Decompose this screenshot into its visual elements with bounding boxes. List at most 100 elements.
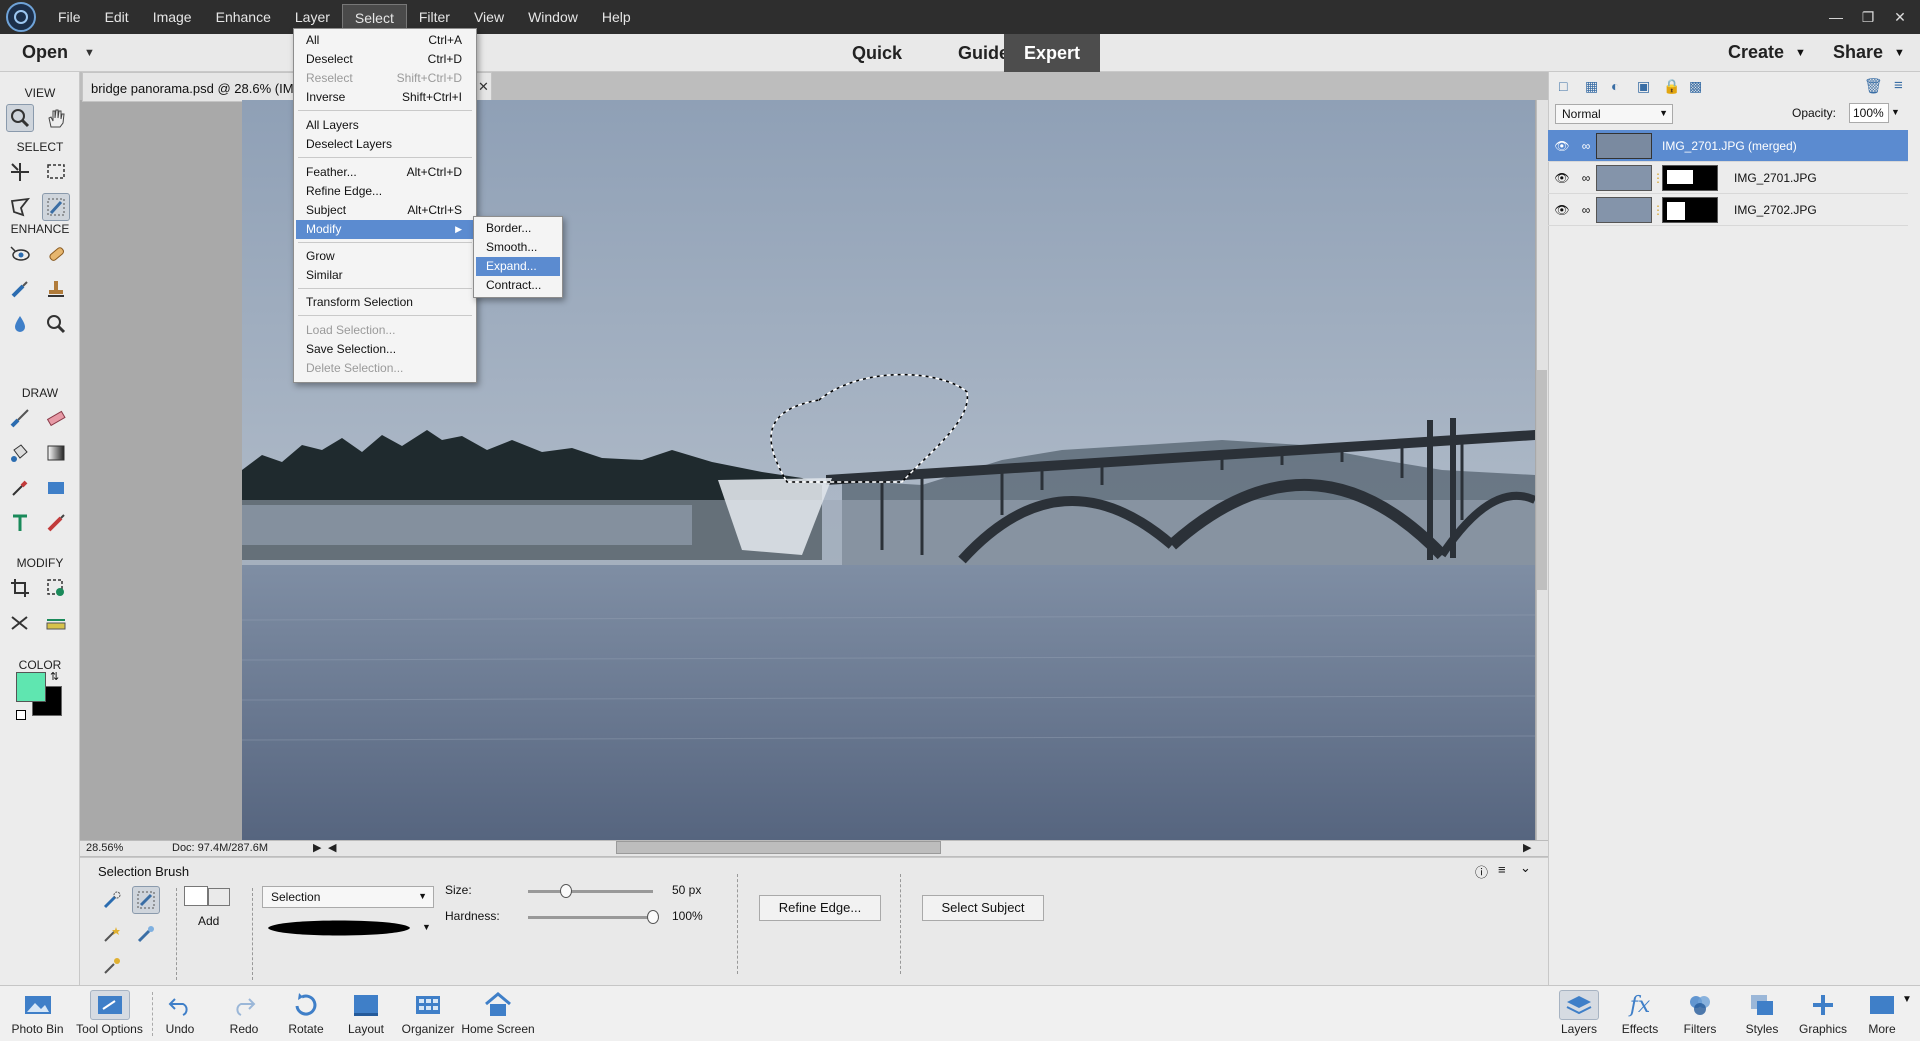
scroll-right-icon[interactable]: ▶: [1523, 841, 1531, 854]
type-tool-icon[interactable]: [6, 509, 34, 537]
styles-button[interactable]: Styles: [1740, 990, 1784, 1036]
menu-item-subject[interactable]: Subject Alt+Ctrl+S: [296, 201, 474, 220]
spot-healing-tool-icon[interactable]: [42, 240, 70, 268]
hardness-slider-thumb[interactable]: [647, 910, 659, 924]
menu-item-save-selection[interactable]: Save Selection...: [296, 340, 474, 359]
link-icon[interactable]: ∞: [1576, 171, 1596, 185]
menu-item-refine-edge[interactable]: Refine Edge...: [296, 182, 474, 201]
panel-menu-icon[interactable]: ≡: [1498, 862, 1506, 877]
visibility-eye-icon[interactable]: 👁: [1548, 171, 1576, 185]
layout-button[interactable]: Layout: [344, 990, 388, 1036]
menu-image[interactable]: Image: [141, 4, 204, 30]
selection-brush-tool-icon[interactable]: [42, 193, 70, 221]
graphics-button[interactable]: Graphics: [1798, 990, 1848, 1036]
more-button[interactable]: More: [1862, 990, 1902, 1036]
panel-menu-icon[interactable]: ≡: [1894, 77, 1903, 94]
chevron-down-icon[interactable]: ▼: [1894, 47, 1905, 59]
help-icon[interactable]: ⓘ: [1475, 862, 1488, 881]
collapse-icon[interactable]: ⌄: [1520, 860, 1531, 876]
layer-row[interactable]: 👁 ∞ ⋮ IMG_2701.JPG: [1548, 162, 1908, 194]
menu-layer[interactable]: Layer: [283, 4, 342, 30]
zoom-tool-icon[interactable]: [6, 104, 34, 132]
lock-all-icon[interactable]: ▩: [1689, 78, 1702, 95]
gradient-tool-icon[interactable]: [42, 439, 70, 467]
menu-edit[interactable]: Edit: [93, 4, 141, 30]
menu-filter[interactable]: Filter: [407, 4, 462, 30]
restore-icon[interactable]: ❐: [1860, 9, 1876, 25]
submenu-item-expand[interactable]: Expand...: [476, 257, 560, 276]
new-layer-icon[interactable]: □: [1559, 78, 1567, 94]
layers-panel-button[interactable]: Layers: [1558, 990, 1600, 1036]
chevron-down-icon[interactable]: ▼: [84, 47, 95, 59]
menu-help[interactable]: Help: [590, 4, 643, 30]
submenu-item-border[interactable]: Border...: [476, 219, 560, 238]
tab-expert[interactable]: Expert: [1004, 34, 1101, 72]
menu-item-modify[interactable]: Modify ▶: [296, 220, 474, 239]
chain-icon[interactable]: ⋮: [1652, 203, 1664, 217]
menu-item-inverse[interactable]: Inverse Shift+Ctrl+I: [296, 88, 474, 107]
menu-item-deselect-layers[interactable]: Deselect Layers: [296, 135, 474, 154]
content-aware-move-tool-icon[interactable]: [6, 609, 34, 637]
red-eye-tool-icon[interactable]: [6, 240, 34, 268]
layer-mask-icon[interactable]: ▣: [1637, 78, 1650, 95]
default-colors-icon[interactable]: [16, 710, 26, 720]
selection-mode-dropdown[interactable]: Selection ▼: [262, 886, 434, 908]
chain-icon[interactable]: ⋮: [1652, 171, 1664, 185]
sponge-tool-icon[interactable]: [42, 310, 70, 338]
opacity-input[interactable]: 100%: [1849, 103, 1889, 123]
menu-enhance[interactable]: Enhance: [204, 4, 283, 30]
chevron-down-icon[interactable]: ▼: [1902, 994, 1912, 1005]
new-group-icon[interactable]: ▦: [1585, 78, 1598, 95]
hand-tool-icon[interactable]: [42, 104, 70, 132]
hardness-slider-track[interactable]: [528, 916, 653, 919]
visibility-eye-icon[interactable]: 👁: [1548, 203, 1576, 217]
effects-button[interactable]: fx Effects: [1618, 990, 1662, 1037]
photo-bin-button[interactable]: Photo Bin: [10, 990, 65, 1036]
filters-button[interactable]: Filters: [1678, 990, 1722, 1036]
link-icon[interactable]: ∞: [1576, 139, 1596, 153]
brush-tool-icon[interactable]: [6, 404, 34, 432]
home-screen-button[interactable]: Home Screen: [460, 990, 536, 1036]
refine-selection-brush-icon[interactable]: [132, 920, 160, 948]
menu-window[interactable]: Window: [516, 4, 590, 30]
close-icon[interactable]: ✕: [478, 79, 489, 95]
size-slider-track[interactable]: [528, 890, 653, 893]
create-button[interactable]: Create: [1728, 42, 1784, 63]
new-selection-mode-icon[interactable]: [184, 886, 208, 906]
brush-preset-picker[interactable]: [264, 916, 414, 940]
clone-stamp-tool-icon[interactable]: [42, 275, 70, 303]
shape-tool-icon[interactable]: [42, 474, 70, 502]
move-tool-icon[interactable]: [6, 158, 34, 186]
swap-colors-icon[interactable]: ⇅: [50, 670, 59, 683]
layer-row[interactable]: 👁 ∞ ⋮ IMG_2702.JPG: [1548, 194, 1908, 226]
menu-item-all-layers[interactable]: All Layers: [296, 116, 474, 135]
menu-file[interactable]: File: [46, 4, 93, 30]
eraser-tool-icon[interactable]: [42, 404, 70, 432]
submenu-item-contract[interactable]: Contract...: [476, 276, 560, 295]
menu-view[interactable]: View: [462, 4, 516, 30]
minimize-icon[interactable]: —: [1828, 9, 1844, 25]
magic-wand-tool-icon[interactable]: [98, 920, 126, 948]
selection-brush-option-icon[interactable]: [132, 886, 160, 914]
chevron-down-icon[interactable]: ▼: [1795, 47, 1806, 59]
menu-item-all[interactable]: All Ctrl+A: [296, 31, 474, 50]
menu-item-deselect[interactable]: Deselect Ctrl+D: [296, 50, 474, 69]
crop-tool-icon[interactable]: [6, 574, 34, 602]
straighten-tool-icon[interactable]: [42, 609, 70, 637]
marquee-tool-icon[interactable]: [42, 158, 70, 186]
share-button[interactable]: Share: [1833, 42, 1883, 63]
redo-button[interactable]: Redo: [224, 990, 264, 1036]
scroll-left-icon[interactable]: ◀: [328, 841, 336, 854]
vertical-scroll-thumb[interactable]: [1537, 370, 1547, 590]
link-icon[interactable]: ∞: [1576, 203, 1596, 217]
adjustment-layer-icon[interactable]: ◐: [1611, 78, 1619, 94]
visibility-eye-icon[interactable]: 👁: [1548, 139, 1576, 153]
organizer-button[interactable]: Organizer: [400, 990, 456, 1036]
close-icon[interactable]: ✕: [1892, 9, 1908, 25]
recompose-tool-icon[interactable]: [42, 574, 70, 602]
paint-bucket-tool-icon[interactable]: [6, 439, 34, 467]
foreground-color-swatch[interactable]: [16, 672, 46, 702]
menu-item-grow[interactable]: Grow: [296, 247, 474, 266]
submenu-item-smooth[interactable]: Smooth...: [476, 238, 560, 257]
chevron-down-icon[interactable]: ▼: [1891, 103, 1905, 123]
